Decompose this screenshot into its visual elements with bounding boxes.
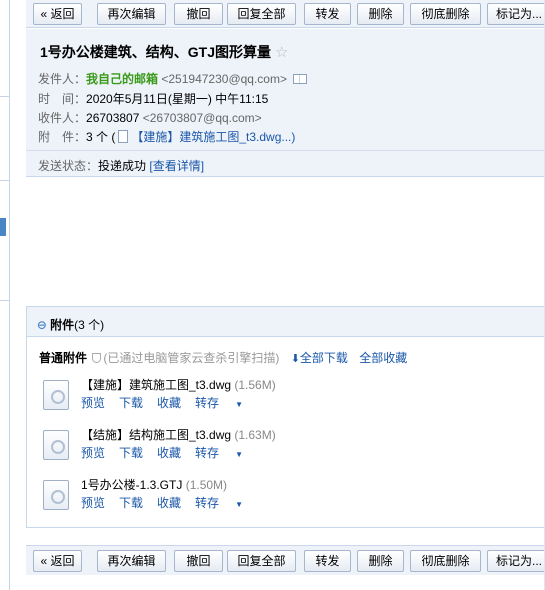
preview-link[interactable]: 预览 xyxy=(81,496,105,510)
status-detail-link[interactable]: [查看详情] xyxy=(149,159,204,173)
status-value: 投递成功 xyxy=(98,159,147,173)
status-label: 发送状态： xyxy=(38,159,99,173)
attachments-panel: ⊘附件(3 个) 普通附件 (已通过电脑管家云查杀引擎扫描) ⬇全部下载 全部收… xyxy=(26,306,545,528)
transfer-dropdown[interactable]: 转存 ▼ xyxy=(195,496,257,510)
download-link[interactable]: 下载 xyxy=(119,496,143,510)
left-panel-selection-marker xyxy=(0,218,6,236)
download-arrow-icon: ⬇ xyxy=(290,353,300,365)
forward-button[interactable]: 转发 xyxy=(304,550,351,572)
transfer-dropdown[interactable]: 转存 ▼ xyxy=(195,446,257,460)
recall-button[interactable]: 撤回 xyxy=(174,3,223,25)
download-link[interactable]: 下载 xyxy=(119,446,143,460)
attachment-size: (1.56M) xyxy=(234,378,276,392)
normal-attachments-label: 普通附件 xyxy=(39,351,88,365)
time-value: 2020年5月11日(星期一) 中午11:15 xyxy=(86,92,269,106)
edit-again-button[interactable]: 再次编辑 xyxy=(97,3,166,25)
attachments-toolbar: 普通附件 (已通过电脑管家云查杀引擎扫描) ⬇全部下载 全部收藏 xyxy=(39,349,407,366)
save-link[interactable]: 收藏 xyxy=(157,446,181,460)
preview-link[interactable]: 预览 xyxy=(81,396,105,410)
download-link[interactable]: 下载 xyxy=(119,396,143,410)
star-icon[interactable]: ☆ xyxy=(275,44,288,61)
attachment-size: (1.63M) xyxy=(234,428,276,442)
attachment-label: 附 件： xyxy=(38,130,87,144)
download-all-label: 全部下载 xyxy=(299,351,348,365)
left-panel-divider xyxy=(0,180,10,181)
attachment-item: 【结施】结构施工图_t3.dwg (1.63M) 预览 下载 收藏 转存 ▼ xyxy=(43,426,523,466)
back-button[interactable]: « 返回 xyxy=(33,550,82,572)
sender-address: <251947230@qq.com> xyxy=(161,72,287,86)
time-row: 时 间：2020年5月11日(星期一) 中午11:15 xyxy=(38,90,268,107)
recipient-label: 收件人： xyxy=(38,111,87,125)
chevron-down-icon: ▼ xyxy=(235,400,243,409)
forward-button[interactable]: 转发 xyxy=(304,3,351,25)
sender-label: 发件人： xyxy=(38,72,87,86)
transfer-label: 转存 xyxy=(195,496,220,510)
preview-link[interactable]: 预览 xyxy=(81,446,105,460)
file-icon xyxy=(118,130,129,143)
shield-icon xyxy=(92,353,102,363)
attachment-size: (1.50M) xyxy=(185,478,228,492)
attachment-row: 附 件：3 个 ( 【建施】建筑施工图_t3.dwg...) xyxy=(38,128,295,145)
recipient-row: 收件人：26703807 <26703807@qq.com> xyxy=(38,109,262,126)
attachment-count: 3 个 ( xyxy=(86,130,116,144)
left-panel-edge xyxy=(0,0,10,590)
time-label: 时 间： xyxy=(38,92,87,106)
attachment-name[interactable]: 【建施】建筑施工图_t3.dwg xyxy=(81,378,231,392)
scan-text: (已通过电脑管家云查杀引擎扫描) xyxy=(103,351,280,365)
sender-name[interactable]: 我自己的邮箱 xyxy=(86,72,158,86)
left-panel-divider xyxy=(0,96,10,97)
attachments-header: ⊘附件(3 个) xyxy=(27,307,544,337)
mail-header: 1号办公楼建筑、结构、GTJ图形算量 ☆ 发件人：我自己的邮箱 <25194723… xyxy=(26,29,545,177)
delete-button[interactable]: 删除 xyxy=(357,3,404,25)
subject-text: 1号办公楼建筑、结构、GTJ图形算量 xyxy=(40,44,272,60)
reply-all-button[interactable]: 回复全部 xyxy=(227,3,296,25)
scan-notice: (已通过电脑管家云查杀引擎扫描) xyxy=(90,351,279,365)
attachment-actions: 预览 下载 收藏 转存 ▼ xyxy=(81,444,271,461)
permanent-delete-button[interactable]: 彻底删除 xyxy=(410,3,481,25)
save-link[interactable]: 收藏 xyxy=(157,496,181,510)
attachment-name[interactable]: 1号办公楼-1.3.GTJ xyxy=(81,478,182,492)
document-icon[interactable] xyxy=(43,380,69,410)
attachments-title: 附件 xyxy=(50,318,75,332)
attachment-item: 【建施】建筑施工图_t3.dwg (1.56M) 预览 下载 收藏 转存 ▼ xyxy=(43,376,523,416)
recipient-name[interactable]: 26703807 xyxy=(86,111,139,125)
attachments-count: (3 个) xyxy=(74,318,105,332)
delete-button[interactable]: 删除 xyxy=(357,550,404,572)
transfer-label: 转存 xyxy=(195,396,220,410)
left-panel-border xyxy=(9,0,10,590)
bottom-toolbar: « 返回 再次编辑 撤回 回复全部 转发 删除 彻底删除 标记为... xyxy=(26,545,545,575)
mark-as-button[interactable]: 标记为... xyxy=(487,3,545,25)
top-toolbar: « 返回 再次编辑 撤回 回复全部 转发 删除 彻底删除 标记为... xyxy=(26,0,545,28)
mail-subject: 1号办公楼建筑、结构、GTJ图形算量 ☆ xyxy=(40,42,288,62)
save-link[interactable]: 收藏 xyxy=(157,396,181,410)
edit-again-button[interactable]: 再次编辑 xyxy=(97,550,166,572)
mark-as-button[interactable]: 标记为... xyxy=(487,550,545,572)
paperclip-icon: ⊘ xyxy=(33,316,51,334)
attachment-actions: 预览 下载 收藏 转存 ▼ xyxy=(81,494,271,511)
chevron-down-icon: ▼ xyxy=(235,450,243,459)
document-icon[interactable] xyxy=(43,430,69,460)
sender-row: 发件人：我自己的邮箱 <251947230@qq.com> xyxy=(38,70,307,87)
recall-button[interactable]: 撤回 xyxy=(174,550,223,572)
download-all-link[interactable]: ⬇全部下载 xyxy=(291,351,348,365)
document-icon[interactable] xyxy=(43,480,69,510)
attachment-name-row: 【结施】结构施工图_t3.dwg (1.63M) xyxy=(81,426,276,443)
save-all-link[interactable]: 全部收藏 xyxy=(359,351,407,365)
chevron-down-icon: ▼ xyxy=(235,500,243,509)
transfer-label: 转存 xyxy=(195,446,220,460)
transfer-dropdown[interactable]: 转存 ▼ xyxy=(195,396,257,410)
attachment-actions: 预览 下载 收藏 转存 ▼ xyxy=(81,394,271,411)
attachment-name[interactable]: 【结施】结构施工图_t3.dwg xyxy=(81,428,231,442)
back-button[interactable]: « 返回 xyxy=(33,3,82,25)
attachment-name-row: 【建施】建筑施工图_t3.dwg (1.56M) xyxy=(81,376,276,393)
permanent-delete-button[interactable]: 彻底删除 xyxy=(410,550,481,572)
reply-all-button[interactable]: 回复全部 xyxy=(227,550,296,572)
attachment-item: 1号办公楼-1.3.GTJ (1.50M) 预览 下载 收藏 转存 ▼ xyxy=(43,476,523,516)
send-status-row: 发送状态：投递成功 [查看详情] xyxy=(26,150,545,180)
left-panel-divider xyxy=(0,300,10,301)
attachment-preview-link[interactable]: 【建施】建筑施工图_t3.dwg...) xyxy=(131,130,295,144)
contact-card-icon[interactable] xyxy=(293,74,307,84)
attachment-name-row: 1号办公楼-1.3.GTJ (1.50M) xyxy=(81,476,227,493)
recipient-address: <26703807@qq.com> xyxy=(142,111,262,125)
